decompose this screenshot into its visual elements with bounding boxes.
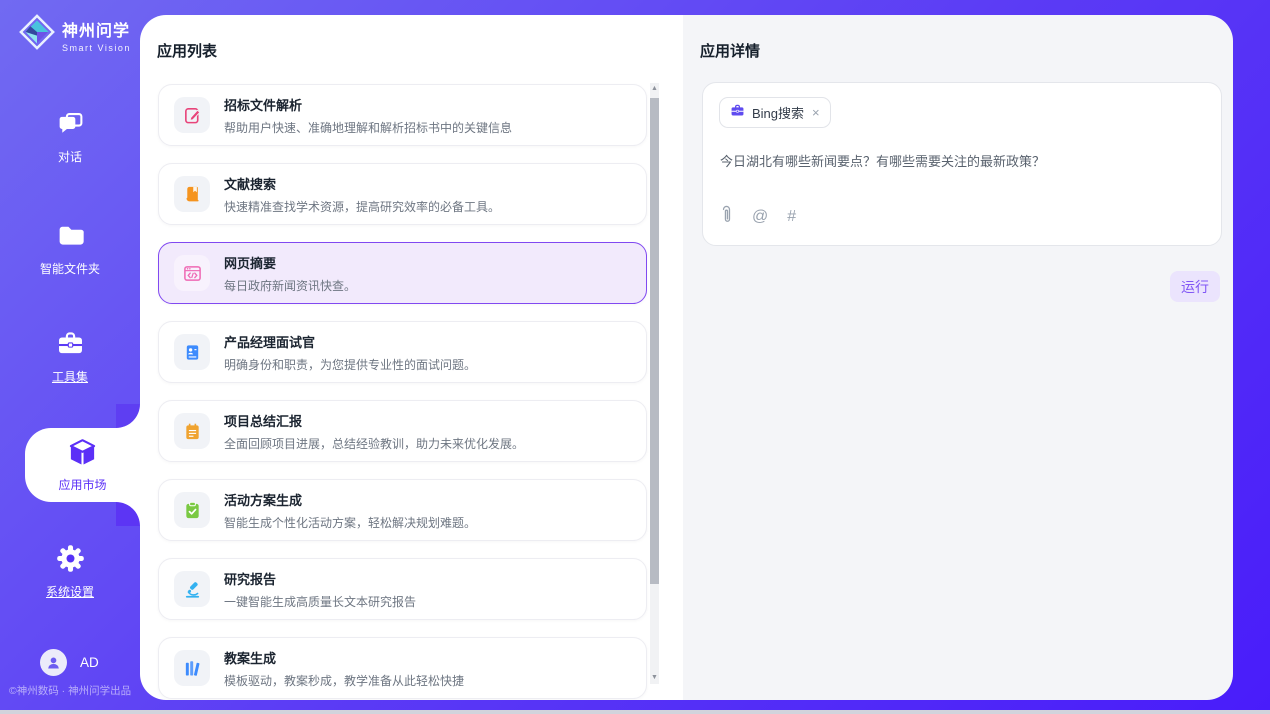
avatar xyxy=(40,649,67,676)
app-card-text: 产品经理面试官明确身份和职责，为您提供专业性的面试问题。 xyxy=(224,332,476,373)
briefcase-icon xyxy=(730,103,745,123)
run-button[interactable]: 运行 xyxy=(1170,271,1220,302)
brand-logo: 神州问学 Smart Vision xyxy=(18,13,131,56)
attachment-icon[interactable] xyxy=(720,204,733,230)
app-card[interactable]: 招标文件解析帮助用户快速、准确地理解和解析招标书中的关键信息 xyxy=(158,84,647,146)
brand-diamond-icon xyxy=(18,13,56,56)
app-card-text: 招标文件解析帮助用户快速、准确地理解和解析招标书中的关键信息 xyxy=(224,95,512,136)
close-icon[interactable]: × xyxy=(812,105,820,120)
sidebar-item-app-market[interactable]: 应用市场 xyxy=(25,428,140,502)
cube-icon xyxy=(67,437,98,473)
app-description: 帮助用户快速、准确地理解和解析招标书中的关键信息 xyxy=(224,119,512,136)
sidebar-item-label: 工具集 xyxy=(52,368,88,385)
app-title: 招标文件解析 xyxy=(224,95,512,114)
hash-icon[interactable]: # xyxy=(787,208,796,226)
app-card[interactable]: 网页摘要每日政府新闻资讯快查。 xyxy=(158,242,647,304)
app-card-text: 网页摘要每日政府新闻资讯快查。 xyxy=(224,253,356,294)
brand-name: 神州问学 xyxy=(62,17,131,41)
app-card[interactable]: 研究报告一键智能生成高质量长文本研究报告 xyxy=(158,558,647,620)
tool-chip-label: Bing搜索 xyxy=(752,103,804,122)
prompt-card: Bing搜索 × 今日湖北有哪些新闻要点？有哪些需要关注的最新政策？ @ # xyxy=(702,82,1222,246)
app-list: 招标文件解析帮助用户快速、准确地理解和解析招标书中的关键信息 文献搜索快速精准查… xyxy=(158,84,647,700)
scroll-up-icon[interactable]: ▲ xyxy=(650,84,659,94)
resume-icon xyxy=(174,334,210,370)
brand-subtitle: Smart Vision xyxy=(62,43,131,53)
app-card-text: 教案生成模板驱动，教案秒成，教学准备从此轻松快捷 xyxy=(224,648,464,689)
app-title: 教案生成 xyxy=(224,648,464,667)
app-description: 模板驱动，教案秒成，教学准备从此轻松快捷 xyxy=(224,672,464,689)
folder-icon xyxy=(56,221,85,255)
app-description: 全面回顾项目进展，总结经验教训，助力未来优化发展。 xyxy=(224,435,524,452)
app-title: 项目总结汇报 xyxy=(224,411,524,430)
user-account[interactable]: AD xyxy=(40,649,99,676)
pencil-doc-icon xyxy=(174,97,210,133)
app-description: 智能生成个性化活动方案，轻松解决规划难题。 xyxy=(224,514,476,531)
sidebar-item-label: 应用市场 xyxy=(58,476,106,493)
app-description: 每日政府新闻资讯快查。 xyxy=(224,277,356,294)
gear-icon xyxy=(56,544,85,578)
app-description: 一键智能生成高质量长文本研究报告 xyxy=(224,593,416,610)
sidebar-item-label: 智能文件夹 xyxy=(40,260,100,277)
scrollbar-thumb[interactable] xyxy=(650,98,659,584)
app-title: 产品经理面试官 xyxy=(224,332,476,351)
sidebar-item-smart-folder[interactable]: 智能文件夹 xyxy=(0,221,140,277)
app-card[interactable]: 活动方案生成智能生成个性化活动方案，轻松解决规划难题。 xyxy=(158,479,647,541)
notepad-icon xyxy=(174,413,210,449)
app-detail-panel: 应用详情 Bing搜索 × 今日湖北有哪些新闻要点？有哪些需要关注的最新政策？ xyxy=(683,15,1233,700)
app-description: 快速精准查找学术资源，提高研究效率的必备工具。 xyxy=(224,198,500,215)
mention-icon[interactable]: @ xyxy=(752,208,768,226)
sidebar: 神州问学 Smart Vision 对话 智能文件夹 xyxy=(0,0,140,714)
window-bottom-edge xyxy=(0,710,1270,714)
microscope-icon xyxy=(174,571,210,607)
app-list-panel: 应用列表 招标文件解析帮助用户快速、准确地理解和解析招标书中的关键信息 文献搜索… xyxy=(140,15,683,700)
content-area: 应用列表 招标文件解析帮助用户快速、准确地理解和解析招标书中的关键信息 文献搜索… xyxy=(140,15,1233,700)
app-detail-title: 应用详情 xyxy=(700,40,760,61)
chat-icon xyxy=(56,109,85,143)
list-scrollbar[interactable]: ▲ ▼ xyxy=(650,83,659,684)
tool-chip-bing-search[interactable]: Bing搜索 × xyxy=(719,97,831,128)
app-card-text: 项目总结汇报全面回顾项目进展，总结经验教训，助力未来优化发展。 xyxy=(224,411,524,452)
app-card-text: 文献搜索快速精准查找学术资源，提高研究效率的必备工具。 xyxy=(224,174,500,215)
active-tab-curve xyxy=(116,502,140,526)
app-title: 活动方案生成 xyxy=(224,490,476,509)
app-card-text: 活动方案生成智能生成个性化活动方案，轻松解决规划难题。 xyxy=(224,490,476,531)
sidebar-item-chat[interactable]: 对话 xyxy=(0,109,140,165)
sidebar-item-settings[interactable]: 系统设置 xyxy=(0,544,140,600)
query-input[interactable]: 今日湖北有哪些新闻要点？有哪些需要关注的最新政策？ xyxy=(720,151,1205,170)
prompt-toolbar: @ # xyxy=(720,204,796,230)
app-title: 研究报告 xyxy=(224,569,416,588)
user-name: AD xyxy=(80,655,99,670)
sidebar-item-label: 系统设置 xyxy=(46,583,94,600)
app-list-title: 应用列表 xyxy=(157,40,217,61)
app-card[interactable]: 文献搜索快速精准查找学术资源，提高研究效率的必备工具。 xyxy=(158,163,647,225)
app-card-text: 研究报告一键智能生成高质量长文本研究报告 xyxy=(224,569,416,610)
book-icon xyxy=(174,176,210,212)
sidebar-item-toolset[interactable]: 工具集 xyxy=(0,329,140,385)
books-icon xyxy=(174,650,210,686)
scroll-down-icon[interactable]: ▼ xyxy=(650,673,659,683)
sidebar-item-label: 对话 xyxy=(58,148,82,165)
copyright-text: ©神州数码 · 神州问学出品 xyxy=(9,683,131,698)
app-description: 明确身份和职责，为您提供专业性的面试问题。 xyxy=(224,356,476,373)
active-tab-curve xyxy=(116,404,140,428)
app-card[interactable]: 项目总结汇报全面回顾项目进展，总结经验教训，助力未来优化发展。 xyxy=(158,400,647,462)
app-card[interactable]: 教案生成模板驱动，教案秒成，教学准备从此轻松快捷 xyxy=(158,637,647,699)
app-title: 文献搜索 xyxy=(224,174,500,193)
browser-code-icon xyxy=(174,255,210,291)
app-title: 网页摘要 xyxy=(224,253,356,272)
clipboard-check-icon xyxy=(174,492,210,528)
toolbox-icon xyxy=(56,329,85,363)
app-card[interactable]: 产品经理面试官明确身份和职责，为您提供专业性的面试问题。 xyxy=(158,321,647,383)
